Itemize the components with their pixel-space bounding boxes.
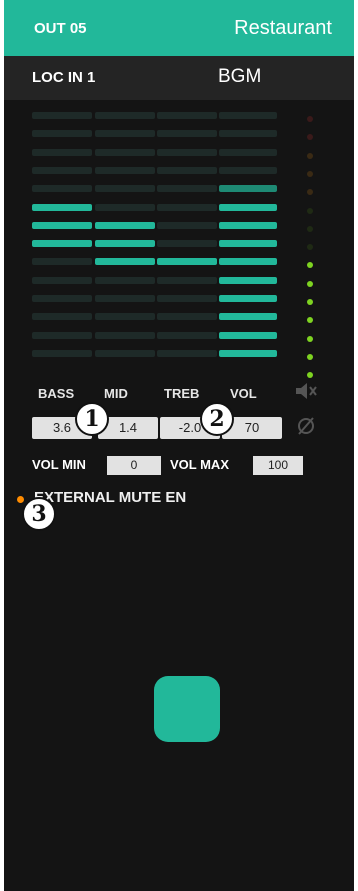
meter-dot [307,189,313,196]
eq-segment [219,166,277,174]
eq-segment [32,349,92,357]
vol-min-label: VOL MIN [32,457,86,472]
eq-segment [32,221,92,229]
callout-badge-2: 2 [200,402,234,436]
eq-segment [95,258,155,266]
meter-dot [307,372,313,379]
callout-badge-1: 1 [75,402,109,436]
eq-segment [157,258,217,266]
vol-min-field[interactable]: 0 [107,456,161,475]
source-bar: LOC IN 1 BGM [4,56,354,100]
external-mute-led [17,496,24,503]
vol-max-field[interactable]: 100 [253,456,303,475]
eq-segment [157,313,217,321]
meter-dot [307,116,313,122]
eq-segment [95,148,155,156]
header-bar: OUT 05 Restaurant [4,0,354,56]
callout-badge-3: 3 [22,497,56,531]
eq-segment [32,258,92,266]
eq-segment [32,148,92,156]
eq-segment [219,112,277,119]
eq-segment [157,203,217,211]
eq-segment [95,221,155,229]
eq-segment [95,166,155,174]
eq-segment [219,221,277,229]
eq-segment [219,295,277,302]
eq-segment [95,331,155,339]
eq-segment [219,331,277,339]
meter-dot [307,207,313,214]
eq-segment [95,130,155,138]
eq-segment [157,331,217,339]
meter-dot [307,262,313,269]
eq-segment [32,295,92,302]
eq-segment [32,185,92,193]
program-name[interactable]: BGM [218,66,261,88]
eq-segment [219,148,277,156]
eq-segment [32,276,92,284]
eq-segment [32,203,92,211]
eq-segment [219,349,277,357]
input-label: LOC IN 1 [32,69,96,86]
meter-dot [307,134,313,141]
eq-segment [32,166,92,174]
meter-dot [307,170,313,177]
meter-dot [307,353,313,360]
eq-segment [95,349,155,357]
meter-dot [307,280,313,287]
eq-segment [157,240,217,248]
eq-segment [157,221,217,229]
meter-dot [307,244,313,251]
eq-segment [157,349,217,357]
eq-segment [95,313,155,321]
eq-segment [157,130,217,138]
mid-label: MID [104,386,128,401]
eq-segment [219,185,277,193]
eq-segment [32,112,92,119]
eq-segment [219,313,277,321]
eq-segment [157,148,217,156]
eq-segment [219,240,277,248]
eq-segment [95,295,155,302]
eq-segment [219,203,277,211]
eq-segment [95,203,155,211]
eq-segment [95,276,155,284]
output-label: OUT 05 [34,20,87,37]
eq-segment [157,276,217,284]
speaker-mute-icon[interactable] [294,380,318,402]
mute-toggle-button[interactable] [154,676,220,742]
eq-segment [157,112,217,119]
eq-segment [219,258,277,266]
meter-dot [307,299,313,305]
eq-segment [32,240,92,248]
eq-segment [157,185,217,193]
meter-dot [307,317,313,324]
eq-segment [219,130,277,138]
external-mute-label[interactable]: EXTERNAL MUTE EN [34,489,186,506]
eq-segment [157,166,217,174]
eq-segment [32,313,92,321]
eq-segment [95,185,155,193]
treb-label: TREB [164,386,200,401]
meter-dot [307,335,313,342]
eq-segment [95,240,155,248]
vol-label: VOL [230,386,257,401]
zone-name[interactable]: Restaurant [234,17,332,40]
eq-segment [157,295,217,302]
meter-dot [307,225,313,232]
eq-segment [32,130,92,138]
eq-segment [95,112,155,119]
phase-invert-icon[interactable] [294,414,318,438]
eq-segment [219,276,277,284]
output-panel: OUT 05 Restaurant LOC IN 1 BGM BASS MID … [4,0,354,891]
vol-max-label: VOL MAX [170,457,229,472]
bass-label: BASS [38,386,75,401]
eq-segment [32,331,92,339]
meter-dot [307,152,313,159]
